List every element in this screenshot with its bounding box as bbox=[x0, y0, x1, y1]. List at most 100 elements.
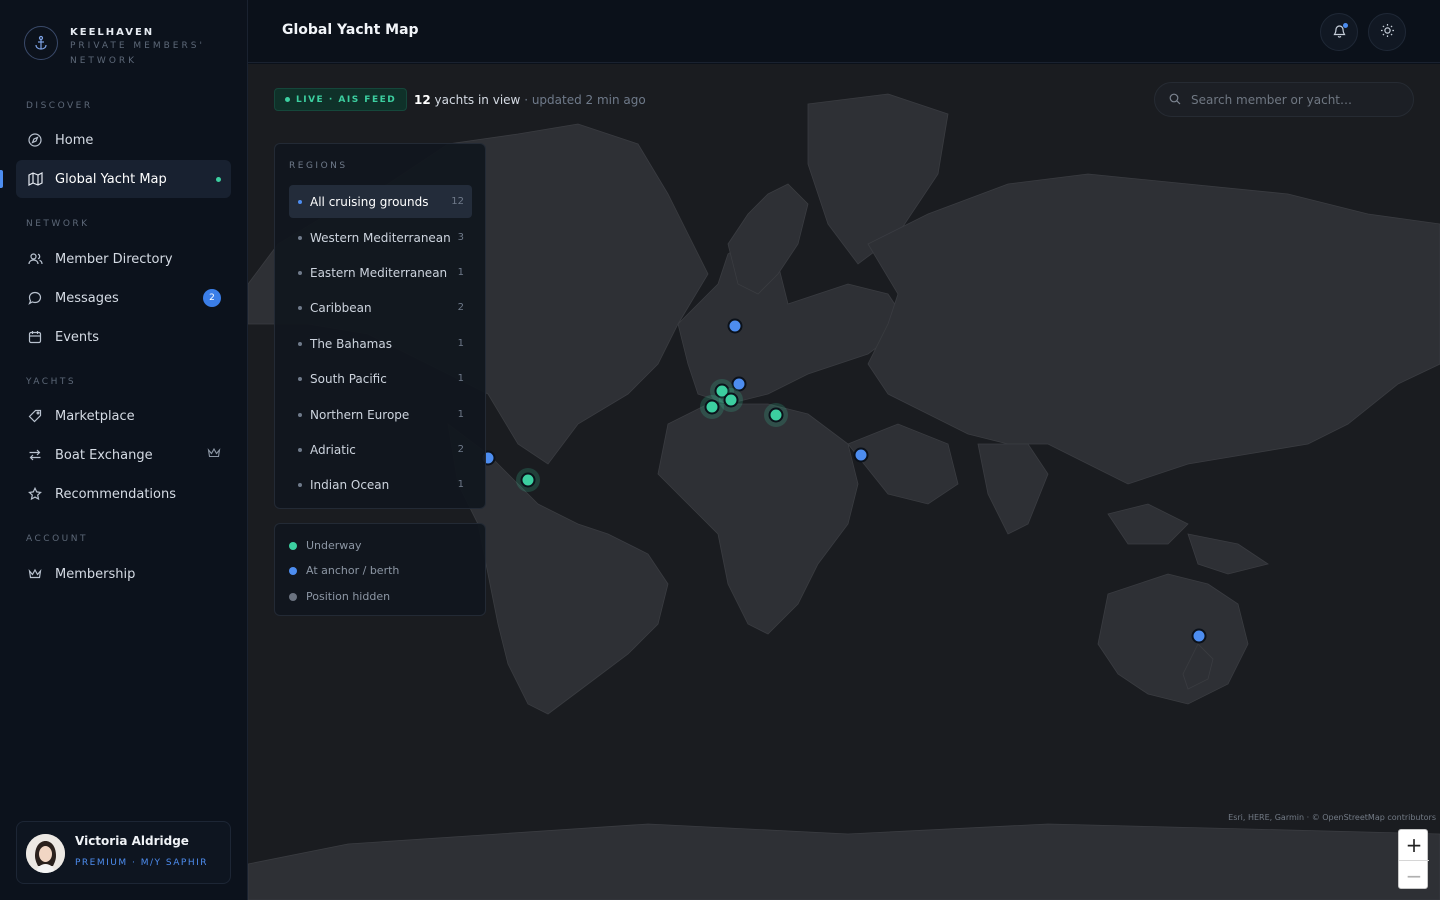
region-item-western-mediterranean[interactable]: Western Mediterranean 3 bbox=[289, 221, 472, 254]
region-count: 2 bbox=[457, 302, 464, 313]
sidebar-item-messages[interactable]: Messages 2 bbox=[16, 279, 231, 317]
notification-dot bbox=[1343, 23, 1348, 28]
legend-position-hidden: Position hidden bbox=[289, 590, 390, 603]
search-input[interactable] bbox=[1191, 92, 1401, 107]
region-count: 2 bbox=[457, 444, 464, 455]
search-box[interactable] bbox=[1154, 82, 1414, 117]
legend-swatch bbox=[289, 541, 297, 550]
sidebar: KEELHAVEN PRIVATE MEMBERS' NETWORK DISCO… bbox=[0, 0, 248, 900]
sidebar-item-events[interactable]: Events bbox=[16, 318, 231, 356]
active-indicator bbox=[0, 170, 3, 188]
top-bar: Global Yacht Map bbox=[248, 0, 1440, 63]
sun-icon bbox=[1380, 23, 1395, 42]
regions-heading: REGIONS bbox=[289, 161, 348, 171]
yacht-marker[interactable] bbox=[764, 403, 788, 427]
zoom-in-button[interactable]: + bbox=[1399, 830, 1429, 860]
yacht-marker[interactable] bbox=[516, 468, 540, 492]
brand[interactable]: KEELHAVEN PRIVATE MEMBERS' NETWORK bbox=[24, 26, 220, 69]
yacht-marker[interactable] bbox=[1191, 628, 1207, 644]
zoom-control: + − bbox=[1398, 829, 1429, 890]
region-count: 3 bbox=[457, 232, 464, 243]
live-feed-badge: LIVE · AIS FEED bbox=[274, 88, 408, 111]
sidebar-item-label: Membership bbox=[55, 566, 136, 582]
region-count: 12 bbox=[451, 196, 464, 207]
compass-icon bbox=[26, 131, 44, 149]
legend-label: At anchor / berth bbox=[306, 564, 400, 577]
search-icon bbox=[1169, 90, 1181, 109]
star-icon bbox=[26, 485, 44, 503]
region-item-bahamas[interactable]: The Bahamas 1 bbox=[289, 327, 472, 360]
notifications-button[interactable] bbox=[1320, 13, 1358, 51]
region-count: 1 bbox=[457, 373, 464, 384]
user-name: Victoria Aldridge bbox=[75, 834, 189, 848]
region-label: Eastern Mediterranean bbox=[310, 265, 448, 280]
region-count: 1 bbox=[457, 409, 464, 420]
yacht-marker[interactable] bbox=[853, 447, 869, 463]
section-yachts: YACHTS bbox=[26, 377, 77, 387]
theme-toggle-button[interactable] bbox=[1368, 13, 1406, 51]
calendar-icon bbox=[26, 328, 44, 346]
page-title: Global Yacht Map bbox=[282, 22, 419, 38]
map-attribution: Esri, HERE, Garmin · © OpenStreetMap con… bbox=[1228, 813, 1436, 822]
legend-label: Underway bbox=[306, 539, 362, 552]
legend-label: Position hidden bbox=[306, 590, 391, 603]
yacht-count-status: 12 yachts in view · updated 2 min ago bbox=[414, 93, 646, 107]
unread-badge: 2 bbox=[203, 289, 221, 307]
sidebar-item-label: Events bbox=[55, 329, 100, 345]
anchor-icon bbox=[24, 26, 58, 60]
sidebar-item-recommendations[interactable]: Recommendations bbox=[16, 475, 231, 513]
sidebar-item-home[interactable]: Home bbox=[16, 121, 231, 159]
sidebar-item-label: Member Directory bbox=[55, 251, 173, 267]
users-icon bbox=[26, 250, 44, 268]
sidebar-item-label: Messages bbox=[55, 290, 119, 306]
legend-swatch bbox=[289, 592, 297, 601]
live-dot bbox=[285, 97, 290, 102]
region-label: South Pacific bbox=[310, 371, 387, 386]
region-item-eastern-mediterranean[interactable]: Eastern Mediterranean 1 bbox=[289, 256, 472, 289]
yacht-marker[interactable] bbox=[727, 318, 743, 334]
user-card[interactable]: Victoria Aldridge PREMIUM · M/Y SAPHIR bbox=[16, 821, 231, 884]
sidebar-item-label: Marketplace bbox=[55, 408, 135, 424]
live-label: LIVE · AIS FEED bbox=[296, 94, 397, 105]
yacht-map[interactable]: LIVE · AIS FEED 12 yachts in view · upda… bbox=[248, 64, 1440, 900]
chat-icon bbox=[26, 289, 44, 307]
sidebar-item-marketplace[interactable]: Marketplace bbox=[16, 397, 231, 435]
active-dot bbox=[216, 176, 221, 182]
zoom-out-button[interactable]: − bbox=[1399, 860, 1429, 890]
user-membership: PREMIUM · M/Y SAPHIR bbox=[75, 858, 209, 868]
sidebar-item-label: Home bbox=[55, 132, 94, 148]
sidebar-item-label: Global Yacht Map bbox=[55, 171, 167, 187]
brand-name: KEELHAVEN bbox=[70, 27, 155, 38]
region-item-all[interactable]: All cruising grounds 12 bbox=[289, 185, 472, 218]
updated-time: · updated 2 min ago bbox=[524, 93, 646, 107]
map-legend: Underway At anchor / berth Position hidd… bbox=[274, 523, 486, 616]
region-item-caribbean[interactable]: Caribbean 2 bbox=[289, 291, 472, 324]
yacht-marker[interactable] bbox=[700, 395, 724, 419]
avatar bbox=[26, 834, 65, 873]
sidebar-item-member-directory[interactable]: Member Directory bbox=[16, 240, 231, 278]
section-discover: DISCOVER bbox=[26, 101, 93, 111]
sidebar-item-membership[interactable]: Membership bbox=[16, 555, 231, 593]
brand-subtitle: PRIVATE MEMBERS' NETWORK bbox=[70, 41, 205, 66]
legend-underway: Underway bbox=[289, 539, 362, 552]
swap-icon bbox=[26, 446, 44, 464]
sidebar-item-boat-exchange[interactable]: Boat Exchange bbox=[16, 436, 231, 474]
legend-at-anchor: At anchor / berth bbox=[289, 564, 399, 577]
region-count: 1 bbox=[457, 479, 464, 490]
legend-swatch bbox=[289, 566, 297, 575]
region-item-adriatic[interactable]: Adriatic 2 bbox=[289, 433, 472, 466]
region-label: The Bahamas bbox=[310, 336, 392, 351]
region-item-indian-ocean[interactable]: Indian Ocean 1 bbox=[289, 468, 472, 501]
region-label: Northern Europe bbox=[310, 407, 410, 422]
sidebar-item-global-yacht-map[interactable]: Global Yacht Map bbox=[16, 160, 231, 198]
crown-icon bbox=[26, 565, 44, 583]
region-count: 1 bbox=[457, 267, 464, 278]
region-label: Indian Ocean bbox=[310, 477, 390, 492]
region-label: All cruising grounds bbox=[310, 194, 429, 209]
region-item-northern-europe[interactable]: Northern Europe 1 bbox=[289, 398, 472, 431]
region-item-south-pacific[interactable]: South Pacific 1 bbox=[289, 362, 472, 395]
regions-panel: REGIONS All cruising grounds 12 Western M… bbox=[274, 143, 486, 509]
sidebar-item-label: Boat Exchange bbox=[55, 447, 153, 463]
region-label: Caribbean bbox=[310, 300, 372, 315]
yacht-count-suffix: yachts in view bbox=[434, 93, 521, 107]
